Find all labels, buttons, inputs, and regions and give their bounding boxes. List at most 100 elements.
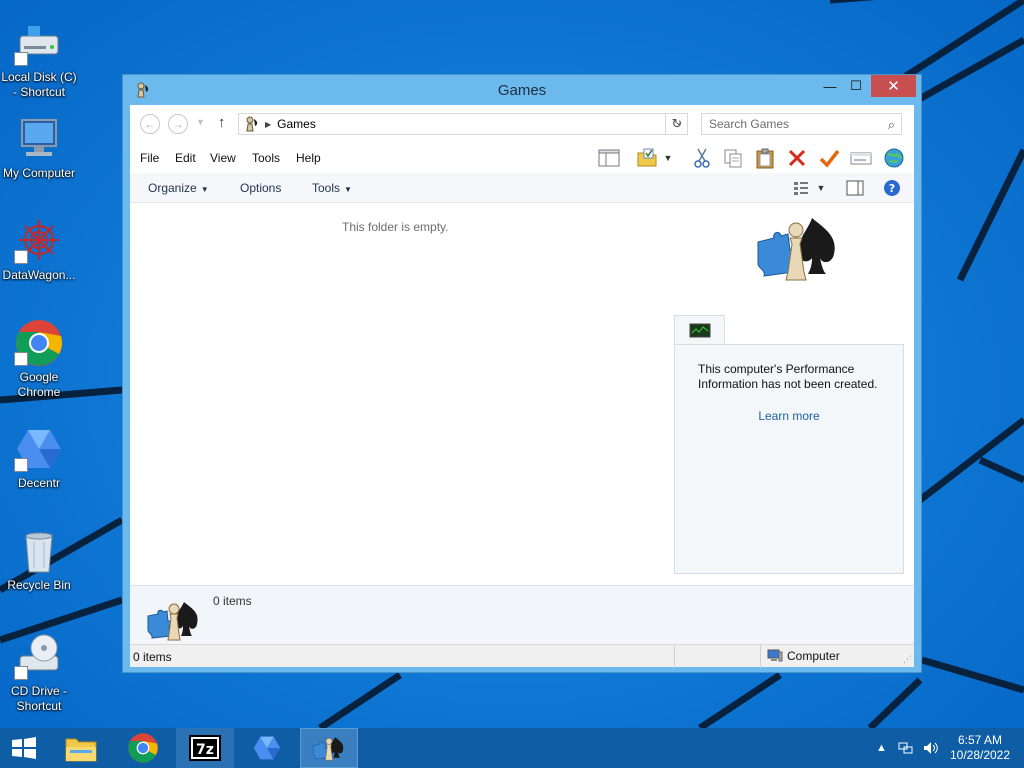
chevron-down-icon[interactable]: ▼ xyxy=(813,176,829,200)
games-folder-art xyxy=(757,218,835,281)
desktop-icon-label: DataWagon... xyxy=(2,268,76,282)
desktop-icon-local-disk[interactable]: Local Disk (C) - Shortcut xyxy=(0,18,78,100)
taskbar-games[interactable] xyxy=(300,728,358,768)
desktop-icon-cd-drive[interactable]: CD Drive - Shortcut xyxy=(0,632,78,714)
windows-logo-icon xyxy=(12,737,36,759)
learn-more-link[interactable]: Learn more xyxy=(675,409,903,423)
minimize-button[interactable]: — xyxy=(817,75,843,97)
desktop-icon-decentr[interactable]: Decentr xyxy=(0,424,78,491)
caret-down-icon: ▼ xyxy=(200,185,209,194)
chrome-icon xyxy=(128,733,158,763)
address-path[interactable]: Games xyxy=(277,117,316,131)
file-list-area[interactable]: This folder is empty. This computer's Pe… xyxy=(130,204,914,584)
datawagon-icon xyxy=(14,216,64,266)
caret-down-icon: ▼ xyxy=(344,185,352,194)
menu-view[interactable]: View xyxy=(210,151,236,165)
up-button[interactable]: ↑ xyxy=(218,114,226,131)
svg-text:?: ? xyxy=(889,182,895,195)
desktop-icon-recycle-bin[interactable]: Recycle Bin xyxy=(0,526,78,593)
decentr-icon xyxy=(253,736,281,760)
system-clock[interactable]: 6:57 AM 10/28/2022 xyxy=(940,733,1020,763)
menu-help[interactable]: Help xyxy=(296,151,321,165)
desktop-icon-my-computer[interactable]: My Computer xyxy=(0,114,78,181)
details-pane: 0 items xyxy=(130,585,914,644)
arrow-left-icon: ← xyxy=(144,117,156,131)
organize-menu[interactable]: Organize ▼ xyxy=(148,181,209,195)
recent-locations-dropdown[interactable]: ▼ xyxy=(196,117,205,127)
search-icon[interactable]: ⌕ xyxy=(888,117,895,133)
back-button[interactable]: ← xyxy=(140,114,160,134)
clock-time: 6:57 AM xyxy=(957,733,1003,747)
options-button[interactable]: Options xyxy=(240,181,281,195)
chrome-icon xyxy=(14,318,64,368)
performance-monitor-icon xyxy=(689,323,710,337)
rename-icon[interactable] xyxy=(849,146,873,170)
games-icon xyxy=(147,602,198,641)
hard-drive-icon xyxy=(14,18,64,68)
delete-icon[interactable] xyxy=(785,146,809,170)
resize-grip-icon[interactable]: ⋰ xyxy=(903,654,912,665)
refresh-icon: ↻ xyxy=(671,116,683,131)
menu-edit[interactable]: Edit xyxy=(175,151,196,165)
organize-label: Organize xyxy=(148,181,197,195)
help-icon[interactable]: ? xyxy=(880,176,904,200)
games-icon xyxy=(312,737,344,761)
cd-drive-icon xyxy=(14,632,64,682)
tools-menu[interactable]: Tools ▼ xyxy=(312,181,352,195)
navigation-bar: ← → ▼ ↑ ▶ Games ⌄ ↻ Search Games ⌕ xyxy=(130,105,914,143)
desktop-icon-label: My Computer xyxy=(2,166,76,180)
computer-monitor-icon xyxy=(14,114,64,164)
desktop-icon-datawagon[interactable]: DataWagon... xyxy=(0,216,78,283)
arrow-right-icon: → xyxy=(172,117,184,131)
layout-pane-icon[interactable] xyxy=(597,146,621,170)
volume-icon[interactable] xyxy=(922,728,938,768)
menu-file[interactable]: File xyxy=(140,151,159,165)
taskbar-chrome[interactable] xyxy=(114,728,172,768)
status-location-text: Computer xyxy=(787,649,840,663)
chevron-down-icon[interactable]: ▼ xyxy=(660,146,676,170)
desktop-icon-label: Recycle Bin xyxy=(7,578,71,592)
desktop-icon-label: Google Chrome xyxy=(17,370,61,399)
performance-info-text: This computer's Performance Information … xyxy=(698,362,878,391)
taskbar-decentr[interactable] xyxy=(238,728,296,768)
network-icon[interactable] xyxy=(898,728,914,768)
view-options-icon[interactable] xyxy=(790,176,814,200)
close-button[interactable]: ✕ xyxy=(871,75,916,97)
folder-options-icon[interactable] xyxy=(635,146,659,170)
chevron-right-icon[interactable]: ▶ xyxy=(265,120,271,129)
desktop-icon-label: CD Drive - Shortcut xyxy=(11,684,67,713)
7zip-icon: 7z xyxy=(189,735,221,761)
address-bar[interactable]: ▶ Games ⌄ xyxy=(238,113,688,135)
performance-info-panel: This computer's Performance Information … xyxy=(674,344,904,574)
window-title: Games xyxy=(497,82,547,99)
forward-button[interactable]: → xyxy=(168,114,188,134)
status-item-count: 0 items xyxy=(133,650,172,664)
desktop-icon-label: Decentr xyxy=(17,476,61,490)
internet-globe-icon[interactable] xyxy=(882,146,906,170)
tools-label: Tools xyxy=(312,181,341,195)
status-location: Computer xyxy=(767,649,840,663)
details-item-count: 0 items xyxy=(213,594,252,608)
properties-check-icon[interactable] xyxy=(817,146,841,170)
preview-pane-icon[interactable] xyxy=(843,176,867,200)
taskbar-7zip[interactable]: 7z xyxy=(176,728,234,768)
refresh-button[interactable]: ↻ xyxy=(665,113,688,135)
start-button[interactable] xyxy=(0,728,48,768)
cut-icon[interactable] xyxy=(690,146,714,170)
menu-bar: File Edit View Tools Help ▼ xyxy=(130,143,914,173)
taskbar-file-explorer[interactable] xyxy=(52,728,110,768)
command-bar: Organize ▼ Options Tools ▼ ▼ ? xyxy=(130,173,914,203)
search-placeholder: Search Games xyxy=(709,117,790,131)
taskbar: 7z ▲ 6:57 AM 10/28/2022 xyxy=(0,728,1024,768)
copy-icon[interactable] xyxy=(721,146,745,170)
show-hidden-icons-button[interactable]: ▲ xyxy=(876,728,887,768)
file-explorer-icon xyxy=(65,738,97,762)
paste-icon[interactable] xyxy=(753,146,777,170)
maximize-button[interactable]: ☐ xyxy=(843,75,869,97)
performance-tab[interactable] xyxy=(674,315,725,345)
search-input[interactable]: Search Games ⌕ xyxy=(701,113,902,135)
title-bar[interactable]: Games — ☐ ✕ xyxy=(123,75,921,105)
desktop-icon-chrome[interactable]: Google Chrome xyxy=(0,318,78,400)
menu-tools[interactable]: Tools xyxy=(252,151,280,165)
chevron-up-icon: ▲ xyxy=(876,742,887,754)
